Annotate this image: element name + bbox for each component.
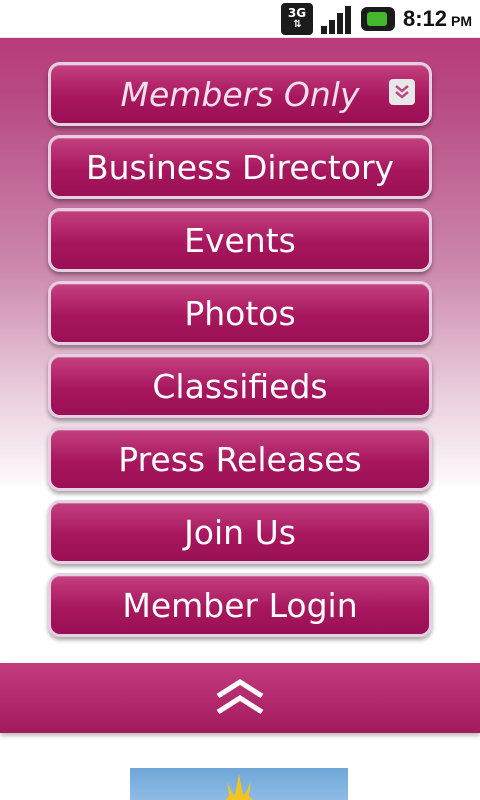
- network-type-label: 3G: [287, 5, 307, 20]
- clock-ampm: PM: [451, 12, 472, 29]
- menu-item-press-releases[interactable]: Press Releases: [48, 427, 432, 491]
- menu-item-join-us[interactable]: Join Us: [48, 500, 432, 564]
- network-3g-icon: 3G ⇅: [280, 2, 313, 35]
- clock-time: 8:12: [402, 5, 447, 31]
- menu-item-label: Photos: [184, 293, 296, 333]
- menu-item-label: Events: [184, 220, 296, 260]
- collapse-menu-button[interactable]: [0, 663, 480, 733]
- menu-item-label: Join Us: [184, 512, 296, 552]
- menu-item-label: Members Only: [120, 74, 360, 114]
- menu-item-business-directory[interactable]: Business Directory: [48, 135, 432, 199]
- menu-item-label: Press Releases: [118, 439, 362, 479]
- chevron-double-down-icon[interactable]: [389, 79, 415, 105]
- status-bar: 3G ⇅ 8:12 PM: [0, 0, 480, 38]
- menu-item-events[interactable]: Events: [48, 208, 432, 272]
- signal-strength-icon: [320, 4, 353, 34]
- sun-logo-icon: [225, 774, 253, 800]
- chevron-double-up-icon: [216, 679, 264, 715]
- status-clock: 8:12 PM: [403, 6, 472, 32]
- banner-image: [130, 768, 348, 800]
- menu-item-classifieds[interactable]: Classifieds: [48, 354, 432, 418]
- menu-item-label: Classifieds: [152, 366, 328, 406]
- menu-item-label: Business Directory: [85, 147, 395, 187]
- menu-item-label: Member Login: [122, 585, 358, 625]
- menu-item-photos[interactable]: Photos: [48, 281, 432, 345]
- menu-item-members-only[interactable]: Members Only: [48, 62, 432, 126]
- menu-panel: Members Only Business Directory Events P…: [0, 38, 480, 663]
- menu-list: Members Only Business Directory Events P…: [48, 62, 432, 637]
- menu-item-member-login[interactable]: Member Login: [48, 573, 432, 637]
- battery-icon: [360, 6, 395, 31]
